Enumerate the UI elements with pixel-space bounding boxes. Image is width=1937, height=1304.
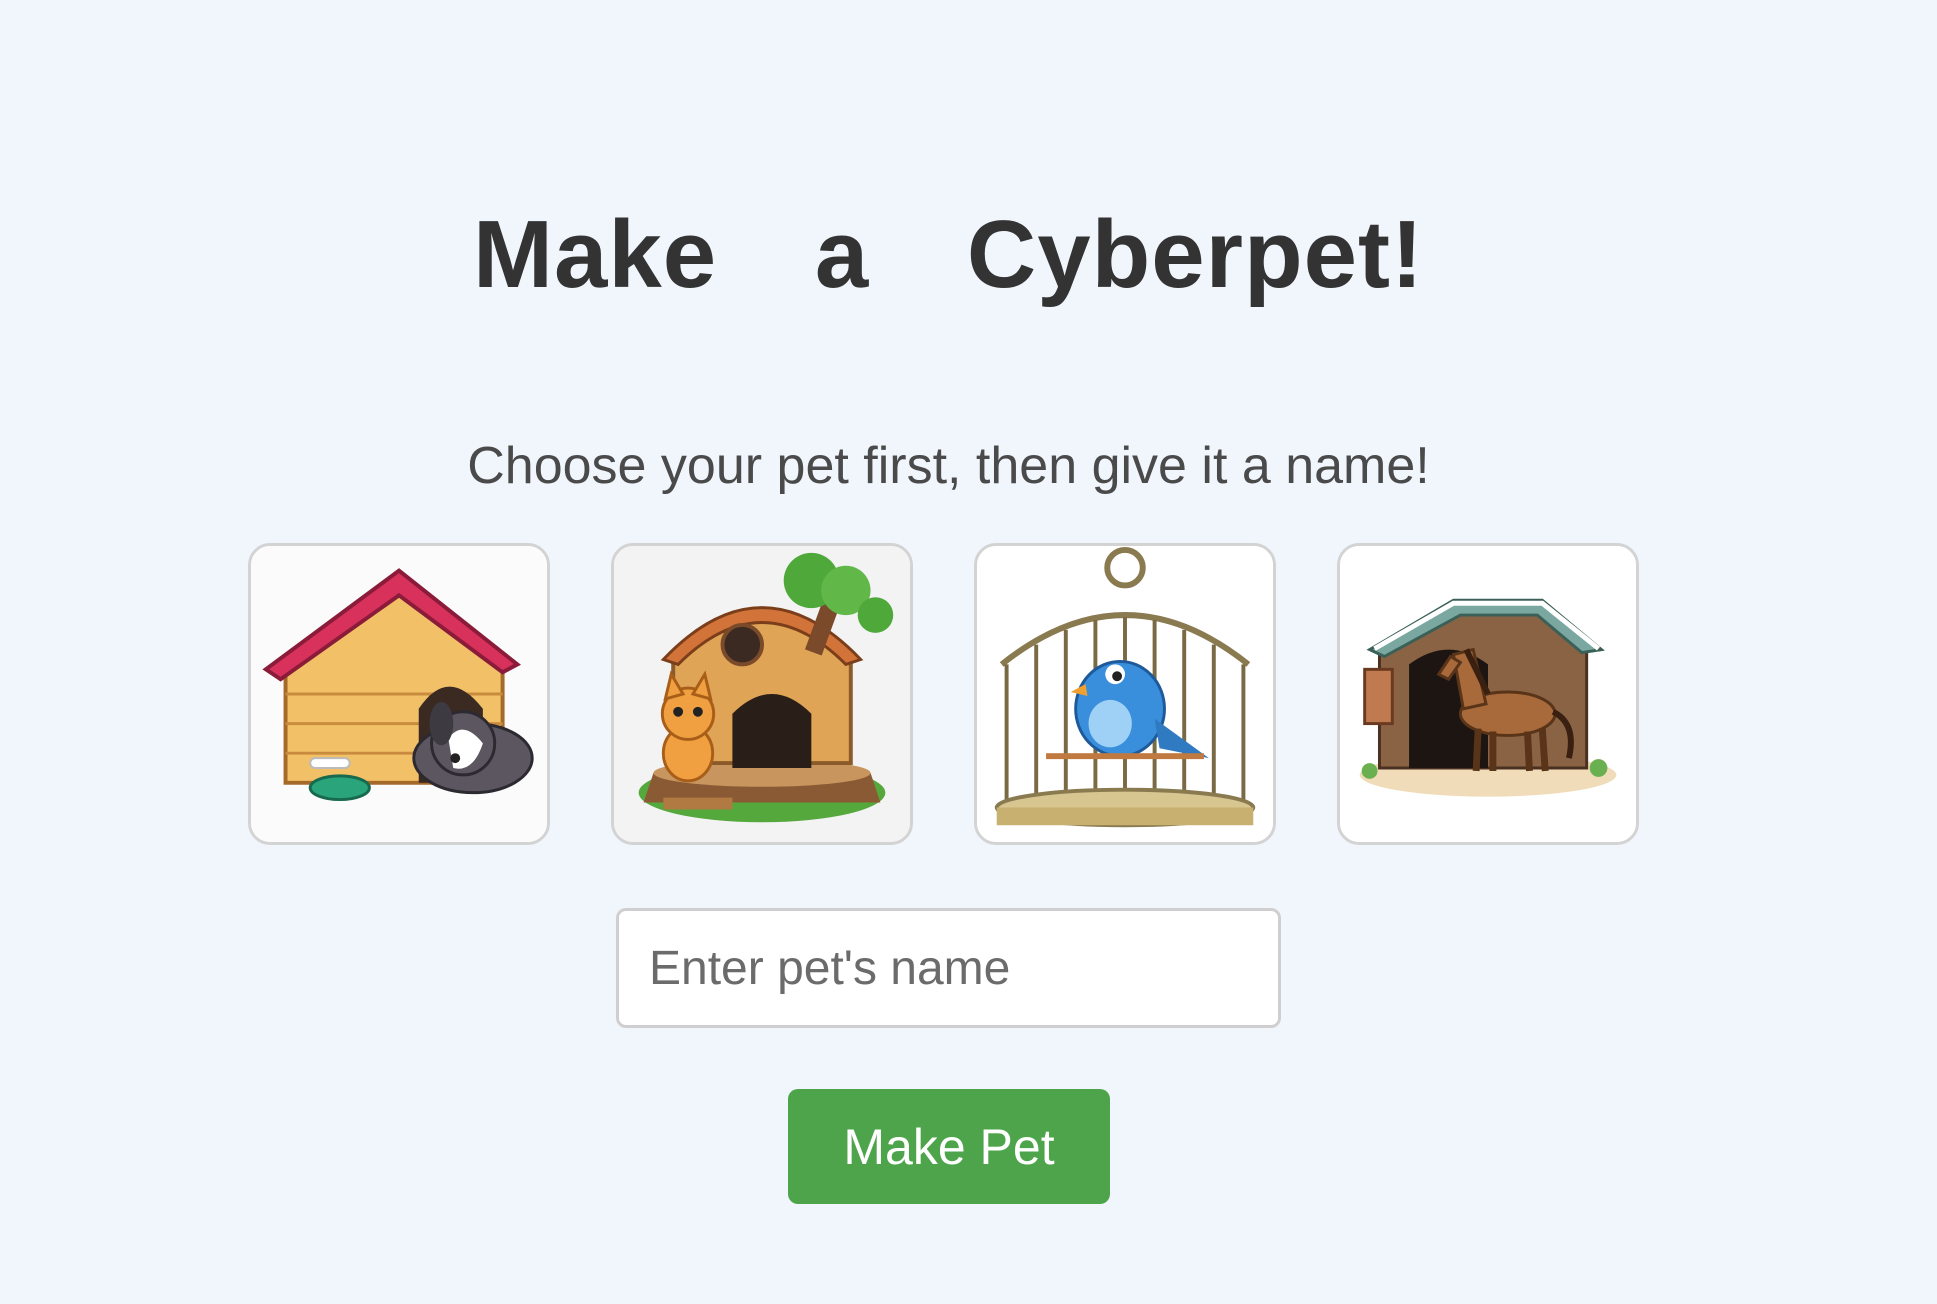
pet-name-input[interactable] bbox=[616, 908, 1281, 1028]
pet-option-dog[interactable] bbox=[248, 543, 550, 845]
pet-options bbox=[248, 543, 1639, 845]
bird-in-cage-icon bbox=[977, 546, 1273, 842]
page-title: Make a Cyberpet! bbox=[473, 201, 1424, 308]
pet-option-bird[interactable] bbox=[974, 543, 1276, 845]
dog-in-doghouse-icon bbox=[251, 546, 547, 842]
page-subtitle: Choose your pet first, then give it a na… bbox=[467, 437, 1430, 495]
pet-option-cat[interactable] bbox=[611, 543, 913, 845]
cat-in-treehouse-icon bbox=[614, 546, 910, 842]
pet-option-horse[interactable] bbox=[1337, 543, 1639, 845]
make-pet-button[interactable]: Make Pet bbox=[788, 1089, 1110, 1204]
horse-in-stable-icon bbox=[1340, 546, 1636, 842]
